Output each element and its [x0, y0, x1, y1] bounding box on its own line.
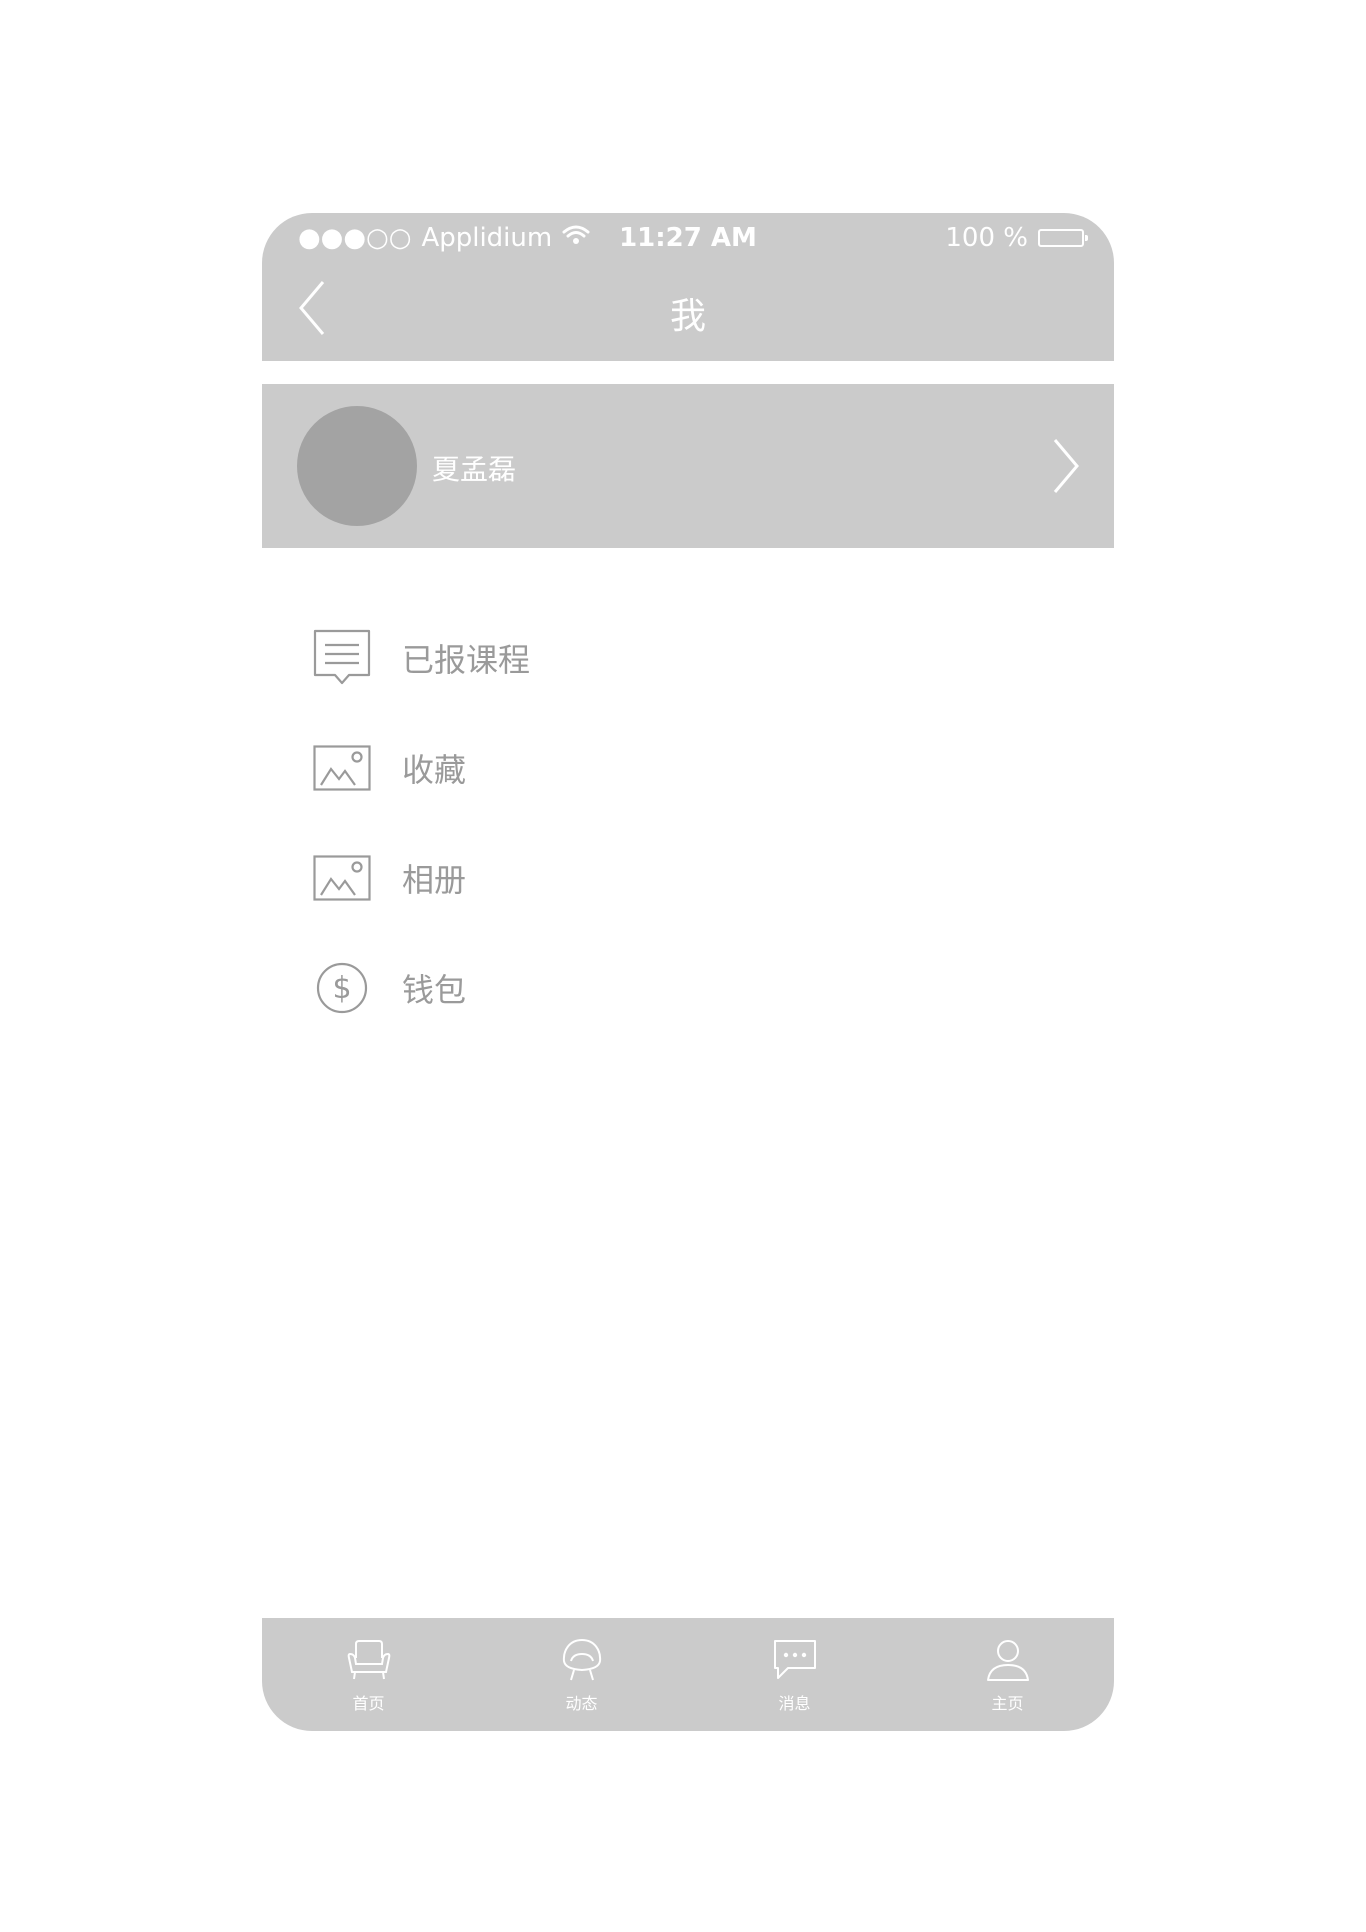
avatar[interactable]	[297, 406, 417, 526]
message-list-icon	[312, 628, 372, 688]
egg-chair-icon	[558, 1636, 606, 1684]
armchair-icon	[345, 1636, 393, 1684]
profile-row[interactable]: 夏孟磊	[262, 384, 1114, 548]
tab-profile[interactable]: 主页	[901, 1618, 1114, 1731]
top-bar: ●●●○○ Applidium 11:27 AM 100 % 我	[262, 213, 1114, 361]
tab-home[interactable]: 首页	[262, 1618, 475, 1731]
menu-item-label: 钱包	[402, 971, 467, 1009]
nav-bar: 我	[262, 273, 1114, 343]
menu-list: 已报课程 收藏 相册 $ 钱包	[262, 603, 1114, 1043]
profile-name: 夏孟磊	[432, 453, 517, 486]
image-icon	[312, 848, 372, 908]
user-icon	[984, 1636, 1032, 1684]
dollar-coin-icon: $	[312, 958, 372, 1018]
phone-frame: ●●●○○ Applidium 11:27 AM 100 % 我 夏孟磊 已报课…	[262, 213, 1114, 1731]
menu-item-wallet[interactable]: $ 钱包	[262, 933, 1114, 1043]
menu-item-favorites[interactable]: 收藏	[262, 713, 1114, 823]
tab-messages[interactable]: 消息	[688, 1618, 901, 1731]
chevron-right-icon	[1053, 439, 1079, 493]
image-icon	[312, 738, 372, 798]
tab-activity[interactable]: 动态	[475, 1618, 688, 1731]
tab-label: 动态	[565, 1694, 598, 1713]
status-bar: ●●●○○ Applidium 11:27 AM 100 %	[262, 223, 1114, 263]
page-title: 我	[669, 296, 706, 337]
menu-item-courses[interactable]: 已报课程	[262, 603, 1114, 713]
battery-percent: 100 %	[945, 223, 1028, 253]
menu-item-label: 已报课程	[402, 641, 531, 679]
tab-label: 消息	[778, 1694, 811, 1713]
battery-group: 100 %	[945, 223, 1088, 253]
chat-bubble-icon	[771, 1636, 819, 1684]
menu-item-album[interactable]: 相册	[262, 823, 1114, 933]
menu-item-label: 相册	[402, 861, 467, 899]
tab-bar: 首页 动态 消息 主页	[262, 1618, 1114, 1731]
tab-label: 主页	[991, 1694, 1024, 1713]
menu-item-label: 收藏	[402, 751, 467, 789]
profile-chevron	[1046, 436, 1086, 496]
battery-icon	[1038, 229, 1088, 247]
tab-label: 首页	[352, 1694, 385, 1713]
svg-text:$: $	[332, 971, 351, 1006]
